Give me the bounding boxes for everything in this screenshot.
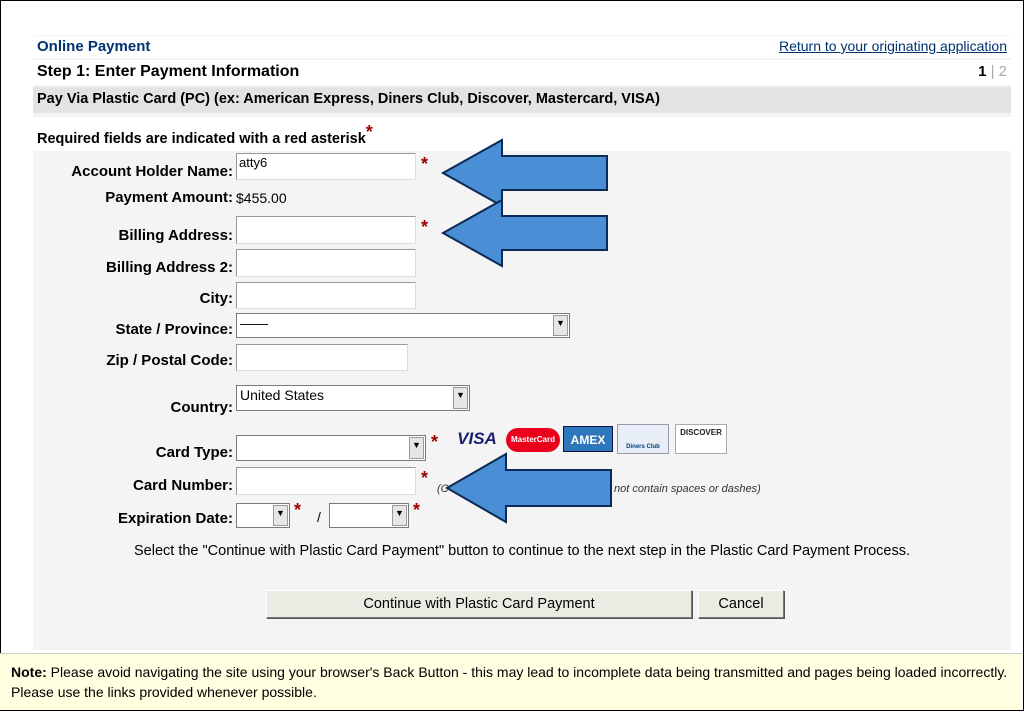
zip-label: Zip / Postal Code: (106, 352, 233, 369)
chevron-down-icon[interactable]: ▼ (273, 505, 288, 526)
required-note-text: Required fields are indicated with a red… (37, 131, 366, 147)
billing-address-label: Billing Address: (118, 227, 233, 244)
note-paragraph: Note: Please avoid navigating the site u… (11, 662, 1022, 702)
diners-club-logo: Diners Club (617, 424, 669, 454)
state-label: State / Province: (115, 321, 233, 338)
note-label: Note: (11, 664, 47, 680)
mastercard-logo: MasterCard (506, 428, 560, 452)
cancel-button[interactable]: Cancel (698, 590, 784, 618)
billing-address2-input[interactable] (236, 249, 416, 277)
note-text: Please avoid navigating the site using y… (11, 664, 1008, 700)
zip-input[interactable] (236, 344, 408, 371)
country-select[interactable]: United States ▼ (236, 385, 470, 411)
chevron-down-icon[interactable]: ▼ (392, 505, 407, 526)
annotation-arrow-left-icon (440, 198, 608, 268)
account-holder-label: Account Holder Name: (71, 163, 233, 180)
card-type-select[interactable]: ▼ (236, 435, 426, 461)
billing-address-input[interactable] (236, 216, 416, 244)
state-select[interactable]: —— ▼ (236, 313, 570, 338)
discover-logo: DISCOVER (675, 424, 727, 454)
chevron-down-icon[interactable]: ▼ (453, 387, 468, 409)
card-type-label: Card Type: (155, 444, 233, 461)
required-star-card-number: * (421, 468, 429, 488)
required-star-exp-year: * (413, 500, 421, 520)
step-title: Step 1: Enter Payment Information (37, 63, 300, 80)
step-current: 1 (978, 63, 987, 80)
city-label: City: (199, 290, 233, 307)
required-asterisk: * (365, 122, 373, 142)
billing-address2-label: Billing Address 2: (106, 259, 233, 276)
note-bar: Note: Please avoid navigating the site u… (0, 653, 1022, 710)
required-star-account: * (421, 154, 429, 174)
step-next: 2 (998, 63, 1007, 80)
required-note: Required fields are indicated with a red… (37, 122, 373, 148)
card-number-hint-end: not contain spaces or dashes) (614, 483, 761, 495)
state-select-value: —— (240, 315, 268, 331)
account-holder-input[interactable]: atty6 (236, 153, 416, 180)
card-number-input[interactable] (236, 467, 416, 495)
required-star-billing: * (421, 217, 429, 237)
country-select-value: United States (240, 387, 325, 403)
annotation-arrow-left-icon (444, 452, 612, 524)
expiration-label: Expiration Date: (117, 510, 233, 527)
page-title: Online Payment (37, 38, 151, 55)
step-indicator: 1 | 2 (978, 63, 1007, 80)
city-input[interactable] (236, 282, 416, 309)
pay-via-text: Pay Via Plastic Card (PC) (ex: American … (37, 91, 660, 107)
visa-logo: VISA (457, 429, 497, 448)
required-star-card-type: * (431, 432, 439, 452)
country-label: Country: (170, 399, 234, 416)
expiration-month-select[interactable]: ▼ (236, 503, 290, 528)
amex-logo: AMEX (563, 426, 613, 452)
instruction-text: Select the "Continue with Plastic Card P… (134, 543, 910, 559)
required-star-exp-month: * (294, 500, 302, 520)
chevron-down-icon[interactable]: ▼ (409, 437, 424, 459)
return-link[interactable]: Return to your originating application (779, 38, 1007, 54)
card-number-label: Card Number: (132, 477, 233, 494)
chevron-down-icon[interactable]: ▼ (553, 315, 568, 336)
payment-amount-value: $455.00 (236, 190, 287, 206)
payment-amount-label: Payment Amount: (105, 189, 233, 206)
continue-button[interactable]: Continue with Plastic Card Payment (266, 590, 692, 618)
expiration-separator: / (317, 509, 321, 525)
expiration-year-select[interactable]: ▼ (329, 503, 409, 528)
step-separator: | (990, 63, 995, 80)
